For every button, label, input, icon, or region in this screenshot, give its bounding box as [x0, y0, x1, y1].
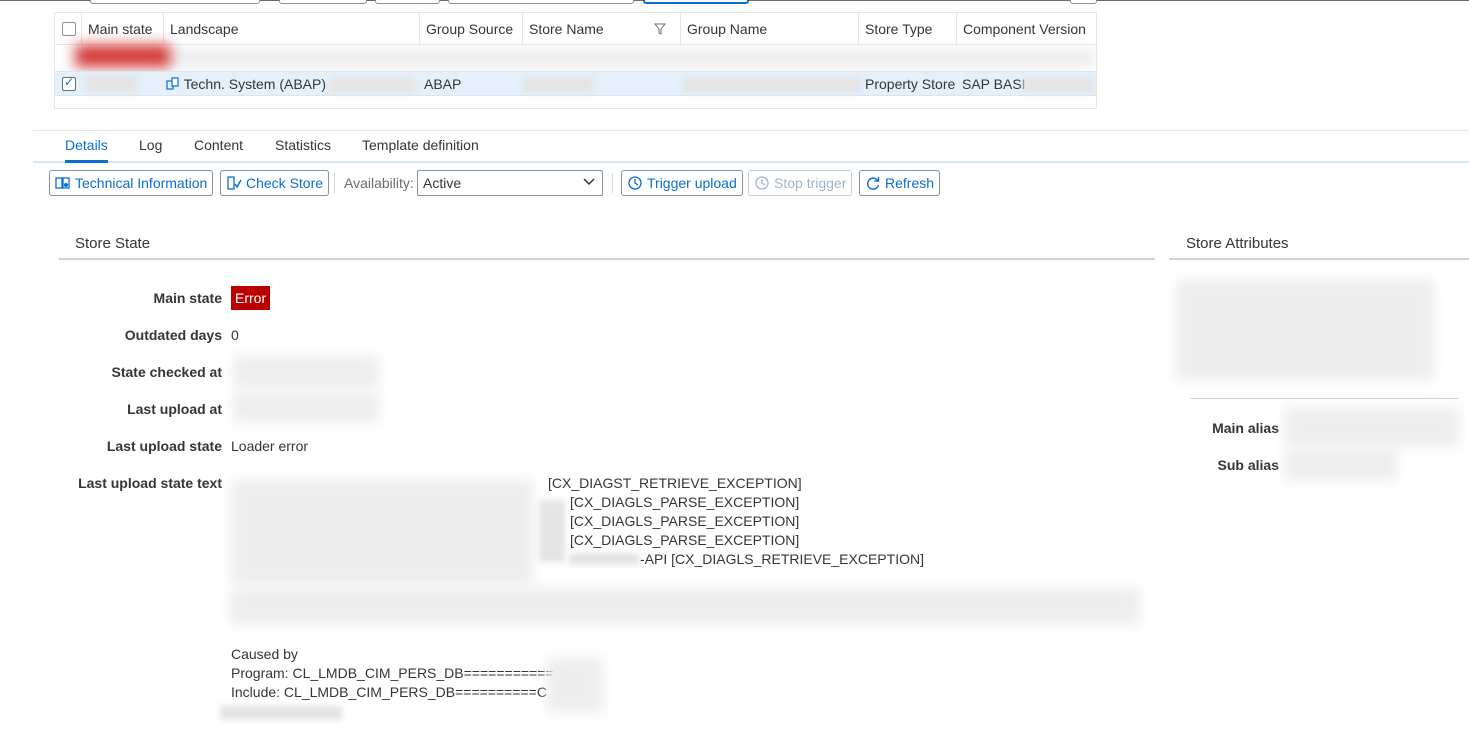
redacted-attributes	[1176, 280, 1434, 380]
store-state-title: Store State	[75, 235, 151, 252]
filter-field[interactable]	[279, 0, 367, 4]
column-store-type[interactable]: Store Type	[859, 13, 957, 45]
component-version-cell: SAP BASI	[962, 76, 1026, 92]
redacted-row	[155, 49, 1095, 67]
trigger-upload-label: Trigger upload	[647, 175, 737, 191]
refresh-label: Refresh	[885, 175, 935, 191]
check-store-label: Check Store	[246, 175, 324, 191]
store-state-underline	[59, 258, 1155, 260]
redacted-landscape	[329, 77, 415, 93]
trigger-upload-button[interactable]: Trigger upload	[621, 170, 743, 196]
tab-details[interactable]: Details	[65, 137, 108, 163]
column-component-version[interactable]: Component Version	[957, 13, 1098, 45]
state-checked-at-label: State checked at	[111, 364, 223, 380]
filter-field[interactable]	[375, 0, 440, 4]
filter-icon	[654, 23, 666, 35]
outdated-days-value: 0	[231, 327, 239, 343]
filter-go-button[interactable]	[643, 0, 749, 4]
redacted-text	[220, 706, 342, 720]
status-badge: Error	[231, 286, 271, 310]
check-store-icon	[227, 176, 242, 190]
column-main-state[interactable]: Main state	[82, 13, 164, 45]
table-header: Main state Landscape Group Source Store …	[55, 13, 1096, 45]
tab-content[interactable]: Content	[194, 137, 243, 161]
main-state-label: Main state	[153, 290, 222, 306]
redacted-error-text	[539, 500, 565, 562]
clock-trigger-icon	[628, 176, 642, 190]
stop-trigger-label: Stop trigger	[774, 175, 847, 191]
redacted-last-upload-at	[233, 392, 379, 422]
redacted-error-text	[231, 480, 533, 584]
filter-field[interactable]	[448, 0, 634, 4]
last-upload-state-text-label: Last upload state text	[78, 475, 222, 491]
error-line: [CX_DIAGLS_PARSE_EXCEPTION]	[570, 513, 800, 529]
technical-information-icon	[55, 177, 70, 189]
stop-trigger-button[interactable]: Stop trigger	[748, 170, 853, 196]
redacted-group-name	[683, 77, 860, 93]
main-alias-label: Main alias	[1212, 420, 1279, 436]
chevron-down-icon	[583, 178, 595, 186]
include-text: Include: CL_LMDB_CIM_PERS_DB==========C	[231, 684, 547, 700]
outdated-days-label: Outdated days	[124, 327, 222, 343]
refresh-button[interactable]: Refresh	[859, 170, 941, 196]
landscape-cell: Techn. System (ABAP)	[166, 72, 326, 97]
error-line: [CX_DIAGLS_PARSE_EXCEPTION]	[570, 494, 800, 510]
error-line: -API [CX_DIAGLS_RETRIEVE_EXCEPTION]	[640, 551, 924, 567]
redacted-error-text	[569, 553, 639, 565]
store-attributes-title: Store Attributes	[1186, 235, 1289, 252]
row-checkbox[interactable]	[62, 75, 76, 91]
column-landscape[interactable]: Landscape	[164, 13, 420, 45]
divider	[33, 130, 1469, 131]
redacted-main-alias	[1285, 408, 1459, 446]
redacted-store-name	[523, 77, 593, 93]
error-line: [CX_DIAGLS_PARSE_EXCEPTION]	[570, 532, 800, 548]
redacted-sub-alias	[1285, 448, 1397, 480]
table-row[interactable]: Techn. System (ABAP) ABAP Property Store…	[55, 71, 1096, 96]
availability-label: Availability:	[344, 175, 414, 191]
error-line: [CX_DIAGST_RETRIEVE_EXCEPTION]	[548, 475, 802, 491]
program-text: Program: CL_LMDB_CIM_PERS_DB===========	[231, 665, 554, 681]
toolbar-separator	[612, 173, 613, 193]
tab-bar-line	[33, 161, 1469, 163]
redacted-error-badge	[75, 45, 170, 67]
redacted-version	[1023, 77, 1093, 93]
attributes-divider	[1190, 398, 1458, 399]
store-type-cell: Property Store	[865, 76, 956, 92]
clock-stop-icon	[755, 176, 769, 190]
store-attributes-underline	[1169, 258, 1469, 260]
column-store-name-label: Store Name	[529, 21, 604, 37]
tab-template-definition[interactable]: Template definition	[362, 137, 479, 161]
availability-select[interactable]: Active	[417, 170, 603, 196]
column-group-name[interactable]: Group Name	[681, 13, 859, 45]
select-all-cell	[55, 13, 82, 45]
technical-information-label: Technical Information	[75, 175, 208, 191]
redacted-state-checked-at	[233, 356, 379, 388]
select-all-checkbox[interactable]	[62, 22, 76, 36]
refresh-icon	[867, 177, 880, 190]
landscape-text: Techn. System (ABAP)	[183, 76, 327, 92]
redacted-program	[547, 658, 603, 712]
tab-statistics[interactable]: Statistics	[275, 137, 331, 161]
group-source-cell: ABAP	[424, 76, 462, 92]
redacted-error-text	[230, 588, 1140, 624]
sub-alias-label: Sub alias	[1217, 457, 1279, 473]
tab-log[interactable]: Log	[139, 137, 162, 161]
toolbar-separator	[334, 173, 335, 193]
caused-by-text: Caused by	[231, 646, 298, 662]
technical-information-button[interactable]: Technical Information	[49, 170, 214, 196]
availability-value: Active	[423, 175, 462, 191]
last-upload-state-label: Last upload state	[106, 438, 222, 454]
check-store-button[interactable]: Check Store	[220, 170, 330, 196]
last-upload-state-value: Loader error	[231, 438, 309, 454]
filter-field[interactable]	[90, 0, 260, 4]
column-store-name[interactable]: Store Name	[523, 13, 681, 45]
column-group-source[interactable]: Group Source	[420, 13, 523, 45]
last-upload-at-label: Last upload at	[127, 401, 222, 417]
technical-system-icon	[166, 77, 179, 90]
redacted-state	[85, 76, 137, 93]
stores-table: Main state Landscape Group Source Store …	[54, 12, 1097, 109]
filter-settings-button[interactable]	[1070, 0, 1097, 4]
